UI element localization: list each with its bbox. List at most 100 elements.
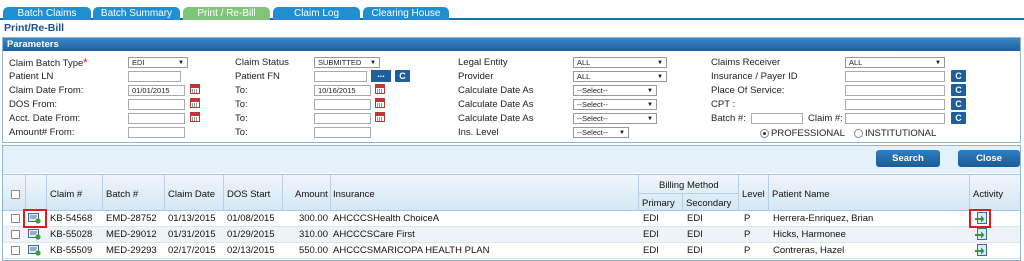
tab-batch-summary[interactable]: Batch Summary <box>93 7 180 20</box>
professional-radio[interactable] <box>760 129 769 138</box>
insurance: AHCCCSMARICOPA HEALTH PLAN <box>333 245 490 256</box>
col-billing-method-header: Billing Method <box>659 180 719 191</box>
tab-clearing-house[interactable]: Clearing House <box>363 7 449 20</box>
batch-no-input[interactable] <box>751 113 803 124</box>
row-checkbox[interactable] <box>11 214 20 223</box>
tab-print-rebill[interactable]: Print / Re-Bill <box>183 7 270 20</box>
legal-entity-select[interactable]: ALL <box>573 57 667 68</box>
place-of-service-input[interactable] <box>845 85 945 96</box>
select-all-checkbox[interactable] <box>11 190 20 199</box>
claim-document-icon[interactable] <box>28 229 41 240</box>
amount: 300.00 <box>298 213 328 224</box>
patient-name: Contreras, Hazel <box>773 245 845 256</box>
col-primary-header[interactable]: Primary <box>642 198 675 209</box>
tab-claim-log[interactable]: Claim Log <box>273 7 360 20</box>
batch-number: MED-29012 <box>106 229 157 240</box>
patient-clear-button[interactable]: C <box>395 70 410 82</box>
dos-to-input[interactable] <box>314 99 371 110</box>
patient-lookup-button[interactable]: ... <box>371 70 391 82</box>
provider-select[interactable]: ALL <box>573 71 667 82</box>
col-amount-header[interactable]: Amount <box>295 189 328 200</box>
highlight-box <box>969 209 991 228</box>
claim-document-icon[interactable] <box>28 245 41 256</box>
billing-primary: EDI <box>643 245 659 256</box>
calendar-icon[interactable] <box>190 112 200 122</box>
close-button[interactable]: Close <box>958 150 1020 167</box>
highlight-box <box>23 209 47 228</box>
ins-level-select[interactable]: --Select-- <box>573 127 629 138</box>
col-claim-header[interactable]: Claim # <box>50 189 82 200</box>
claim-no-input[interactable] <box>845 113 945 124</box>
calculate-date-as-select[interactable]: --Select-- <box>573 85 657 96</box>
billing-secondary: EDI <box>687 245 703 256</box>
results-panel: Search Close Claim # Batch # Claim Date … <box>2 145 1021 261</box>
calculate-date-as-label: Calculate Date As <box>458 113 534 124</box>
claims-receiver-select[interactable]: ALL <box>845 57 945 68</box>
billing-secondary: EDI <box>687 229 703 240</box>
cpt-clear-button[interactable]: C <box>951 98 966 110</box>
patient-ln-input[interactable] <box>128 71 181 82</box>
insurance: AHCCCSHealth ChoiceA <box>333 213 440 224</box>
amount-to-input[interactable] <box>314 127 371 138</box>
results-toolbar: Search Close <box>3 146 1020 173</box>
calendar-icon[interactable] <box>375 112 385 122</box>
level: P <box>744 213 751 224</box>
dos-to-label: To: <box>235 99 248 110</box>
calendar-icon[interactable] <box>190 84 200 94</box>
search-button[interactable]: Search <box>876 150 940 167</box>
col-claim-date-header[interactable]: Claim Date <box>168 189 215 200</box>
calendar-icon[interactable] <box>375 98 385 108</box>
patient-name: Herrera-Enriquez, Brian <box>773 213 874 224</box>
acct-date-to-input[interactable] <box>314 113 371 124</box>
row-checkbox[interactable] <box>11 246 20 255</box>
col-dos-start-header[interactable]: DOS Start <box>227 189 270 200</box>
col-insurance-header[interactable]: Insurance <box>333 189 375 200</box>
calendar-icon[interactable] <box>190 98 200 108</box>
page-title: Print/Re-Bill <box>4 22 65 34</box>
amount-from-input[interactable] <box>128 127 185 138</box>
claim-date-to-label: To: <box>235 85 248 96</box>
institutional-radio[interactable] <box>854 129 863 138</box>
claim-status-label: Claim Status <box>235 57 289 68</box>
table-row[interactable]: KB-55509 MED-29293 02/17/2015 02/13/2015… <box>3 243 1020 259</box>
row-checkbox[interactable] <box>11 230 20 239</box>
tab-batch-claims[interactable]: Batch Claims <box>3 7 91 20</box>
calendar-icon[interactable] <box>375 84 385 94</box>
claim-date-from-input[interactable]: 01/01/2015 <box>128 85 185 96</box>
table-row[interactable]: KB-55028 MED-29012 01/31/2015 01/29/2015… <box>3 227 1020 243</box>
dos-start: 02/13/2015 <box>227 245 275 256</box>
parameters-header: Parameters <box>3 38 1020 51</box>
col-batch-header[interactable]: Batch # <box>106 189 138 200</box>
claim-date-to-input[interactable]: 10/16/2015 <box>314 85 371 96</box>
dos-from-input[interactable] <box>128 99 185 110</box>
table-row[interactable]: KB-54568 EMD-28752 01/13/2015 01/08/2015… <box>3 211 1020 227</box>
amount-to-label: To: <box>235 127 248 138</box>
col-secondary-header[interactable]: Secondary <box>686 198 731 209</box>
claim-status-select[interactable]: SUBMITTED <box>314 57 380 68</box>
activity-icon[interactable] <box>974 244 988 257</box>
claim-number[interactable]: KB-55028 <box>50 229 92 240</box>
billing-primary: EDI <box>643 229 659 240</box>
col-patient-header[interactable]: Patient Name <box>772 189 830 200</box>
insurance-clear-button[interactable]: C <box>951 70 966 82</box>
col-activity-header: Activity <box>973 189 1004 200</box>
patient-fn-input[interactable] <box>314 71 367 82</box>
amount: 550.00 <box>298 245 328 256</box>
claim-no-clear-button[interactable]: C <box>951 112 966 124</box>
claim-number[interactable]: KB-54568 <box>50 213 92 224</box>
place-of-service-clear-button[interactable]: C <box>951 84 966 96</box>
claim-batch-type-select[interactable]: EDI <box>128 57 188 68</box>
col-level-header[interactable]: Level <box>742 189 765 200</box>
claim-number[interactable]: KB-55509 <box>50 245 92 256</box>
calculate-date-as-select[interactable]: --Select-- <box>573 99 657 110</box>
activity-icon[interactable] <box>974 228 988 241</box>
acct-date-from-input[interactable] <box>128 113 185 124</box>
insurance-payer-input[interactable] <box>845 71 945 82</box>
claim-date: 02/17/2015 <box>168 245 216 256</box>
calculate-date-as-select[interactable]: --Select-- <box>573 113 657 124</box>
amount: 310.00 <box>298 229 328 240</box>
cpt-input[interactable] <box>845 99 945 110</box>
level: P <box>744 245 751 256</box>
professional-label: PROFESSIONAL <box>771 128 845 139</box>
tab-bar: Batch Claims Batch Summary Print / Re-Bi… <box>0 0 1024 20</box>
